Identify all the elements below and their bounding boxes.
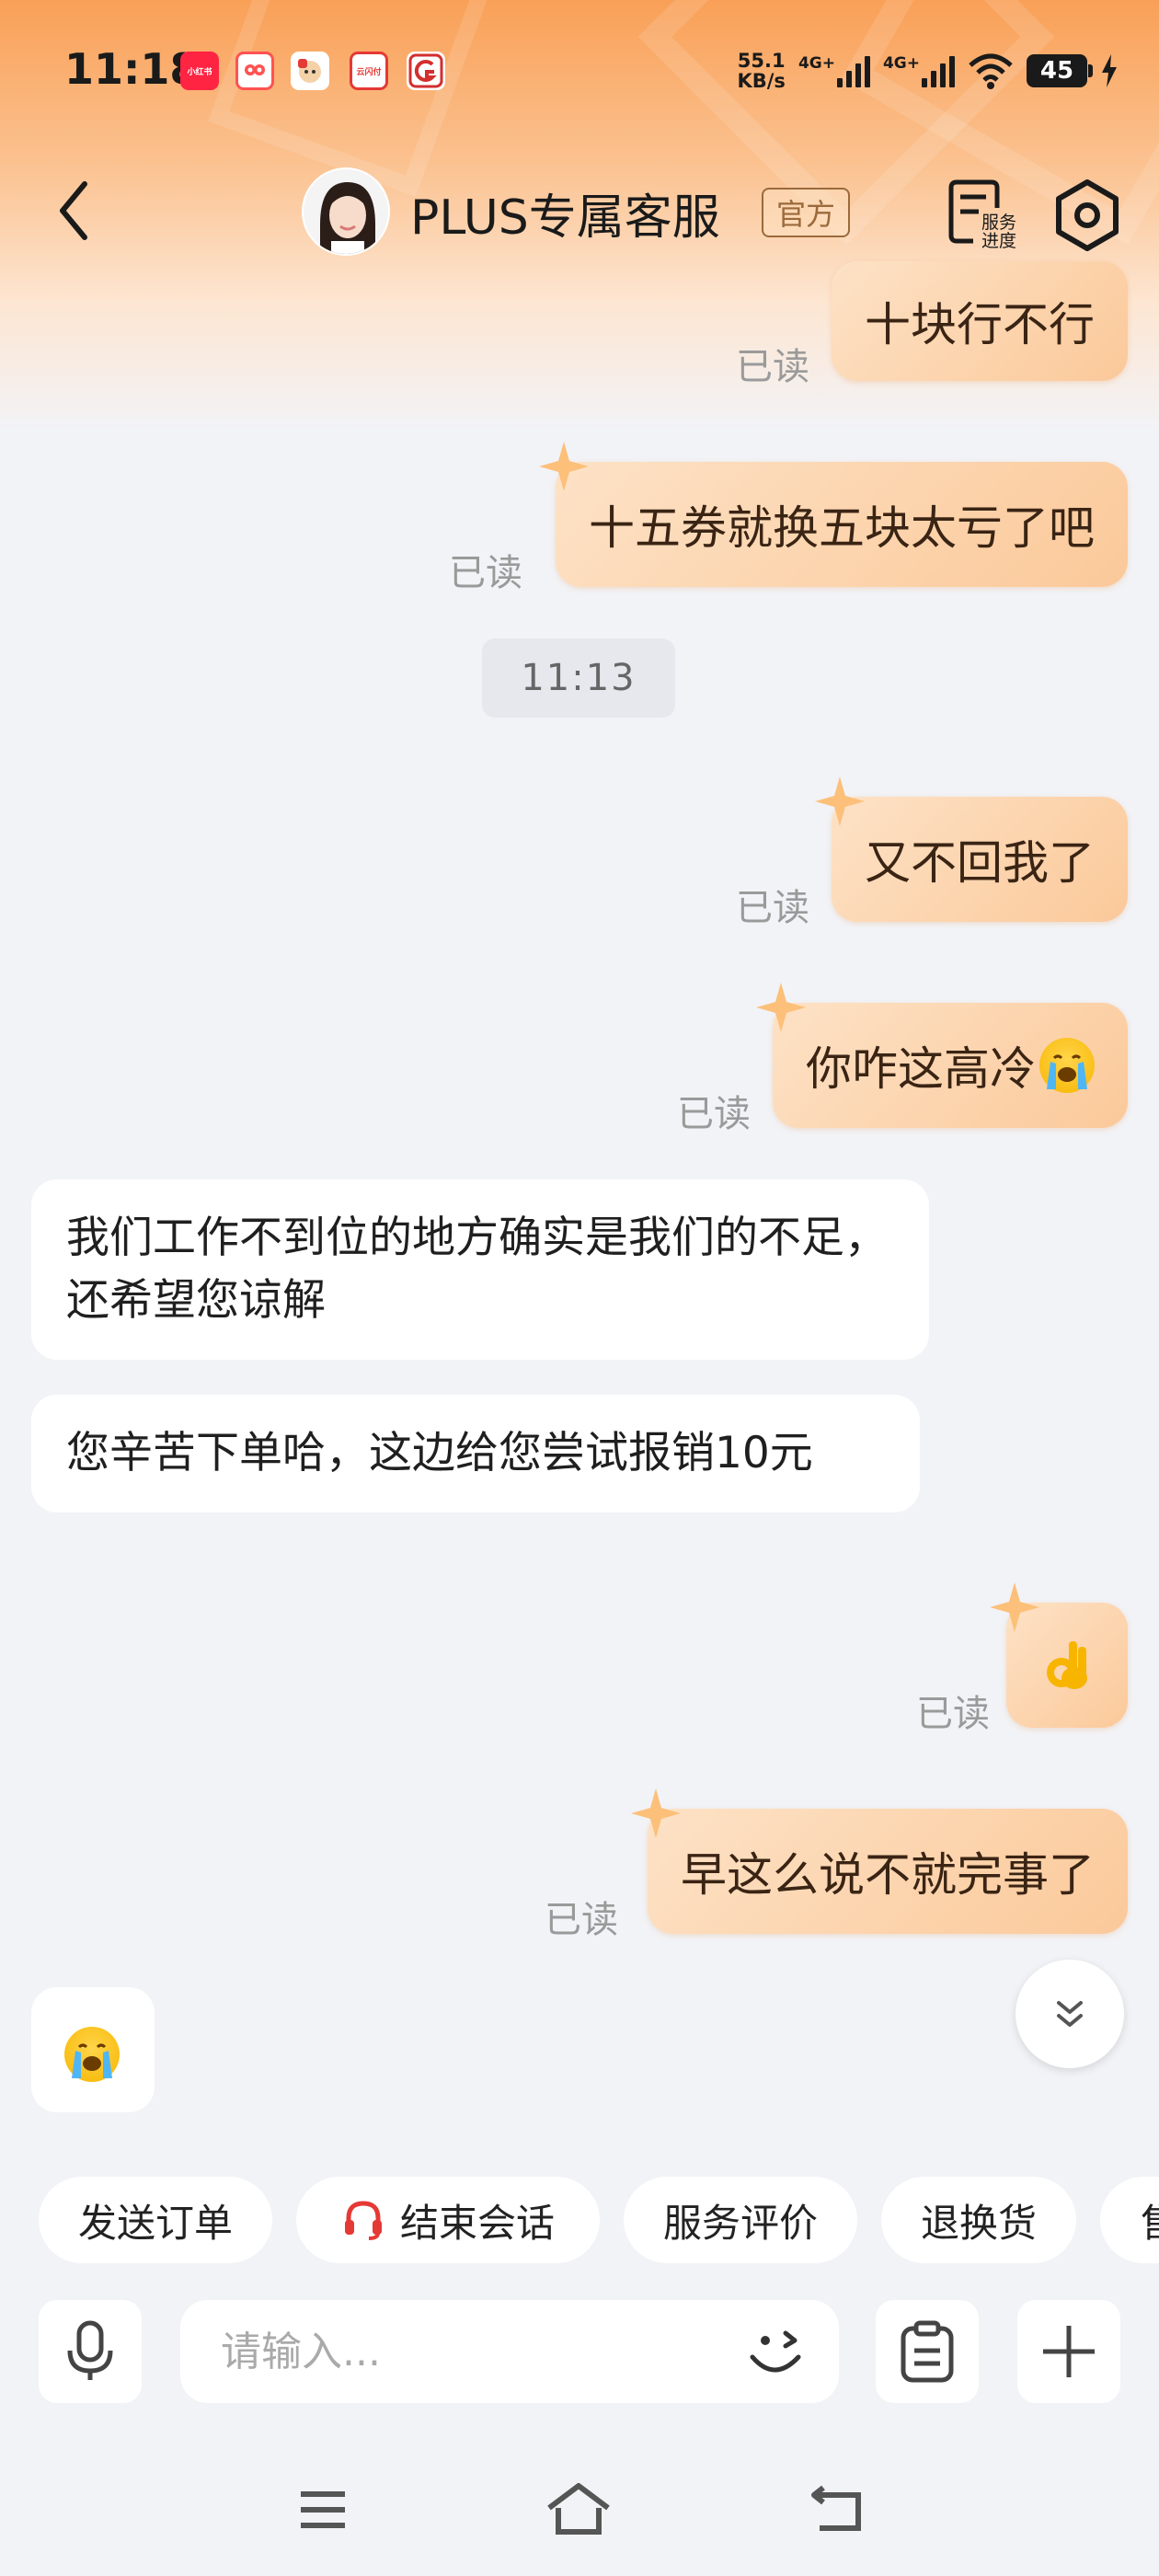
timestamp-chip: 11:13 [482,638,675,718]
quick-actions: 发送订单 结束会话 服务评价 退换货 售 [0,2177,1159,2263]
message-row-outgoing: 早这么说不就完事了 已读 [0,1788,1159,1941]
chat-header: PLUS专属客服 官方 服务 进度 [0,156,1159,267]
sparkle-icon [631,1788,681,1838]
end-session-chip[interactable]: 结束会话 [296,2177,600,2263]
yunshanfu-icon: 云闪付 [350,52,388,90]
avatar[interactable] [302,167,390,256]
battery-icon: 45 [1027,54,1093,87]
message-row-outgoing: 又不回我了 已读 [0,776,1159,929]
message-input-box[interactable] [180,2300,839,2403]
loudly-crying-emoji-icon [64,2026,120,2082]
message-bubble-incoming[interactable] [31,1987,155,2112]
after-sales-chip[interactable]: 售 [1100,2177,1159,2263]
chip-label: 售 [1141,2192,1159,2248]
menu-icon [301,2491,345,2528]
xiaohongshu-icon: 小红书 [180,52,219,90]
signal-1-icon: 4G+ [798,54,870,87]
voice-input-button[interactable] [39,2300,142,2403]
read-receipt: 已读 [449,552,522,594]
double-chevron-down-icon [1057,2001,1083,2027]
message-text: 早这么说不就完事了 [681,1848,1095,1902]
charging-icon [1102,54,1117,87]
message-bubble-outgoing[interactable]: 十五券就换五块太亏了吧 [539,442,1128,587]
status-bar: 11:18 小红书 云闪付 55.1 KB/s 4G+ 4G+ 45 [0,0,1159,147]
document-progress-icon: 服务 进度 [948,179,1016,251]
settings-button[interactable] [1049,177,1126,254]
message-bubble-outgoing[interactable] [990,1582,1128,1728]
svg-text:进度: 进度 [981,231,1016,248]
read-receipt: 已读 [736,887,809,929]
message-row-outgoing: 十块行不行 已读 [0,261,1159,388]
chip-label: 服务评价 [662,2200,818,2246]
ok-hand-emoji-icon [1047,1641,1087,1689]
message-bubble-outgoing[interactable]: 你咋这高冷 [756,983,1128,1128]
message-text: 你咋这高冷 [806,1042,1036,1096]
send-order-chip[interactable]: 发送订单 [39,2177,272,2263]
owl-app-icon [235,52,274,90]
chevron-left-icon [60,181,87,240]
message-bubble-incoming[interactable]: 我们工作不到位的地方确实是我们的不足，还希望您谅解 [31,1179,929,1360]
wink-face-icon [750,2330,801,2373]
headset-icon [344,2201,382,2240]
message-text: 十块行不行 [865,298,1095,351]
sparkle-icon [756,983,806,1032]
signal-2-icon: 4G+ [883,54,955,87]
message-text: 您辛苦下单哈，这边给您尝试报销10元 [66,1428,813,1478]
back-button[interactable] [37,169,110,252]
back-nav-button[interactable] [797,2473,879,2547]
menu-nav-button[interactable] [281,2473,364,2547]
message-bubble-outgoing[interactable]: 十块行不行 [832,261,1128,381]
message-input[interactable] [221,2324,699,2379]
page-title: PLUS专属客服 [410,190,720,246]
clipboard-button[interactable] [876,2300,979,2403]
read-receipt: 已读 [677,1093,751,1135]
sparkle-icon [815,776,865,826]
sparkle-icon [539,442,589,491]
message-bubble-incoming[interactable]: 您辛苦下单哈，这边给您尝试报销10元 [31,1395,920,1512]
home-icon [547,2483,610,2535]
bank-app-icon [407,52,445,90]
message-row-outgoing: 已读 [0,1582,1159,1735]
status-indicators: 55.1 KB/s 4G+ 4G+ 45 [737,48,1119,94]
official-badge: 官方 [762,188,851,237]
read-receipt: 已读 [736,346,809,388]
service-progress-button[interactable]: 服务 进度 [944,175,1017,251]
plus-icon [1043,2326,1095,2377]
net-speed: 55.1 KB/s [737,50,786,92]
clipboard-icon [901,2320,954,2383]
message-text: 十五券就换五块太亏了吧 [589,501,1095,555]
status-time: 11:18 [64,44,200,94]
service-rating-chip[interactable]: 服务评价 [624,2177,857,2263]
emoji-button[interactable] [741,2317,811,2386]
home-nav-button[interactable] [537,2473,620,2547]
gear-icon [1056,179,1119,251]
more-options-button[interactable] [1017,2300,1120,2403]
message-bubble-outgoing[interactable]: 又不回我了 [815,776,1128,922]
loudly-crying-emoji-icon [1039,1038,1095,1093]
chip-label: 结束会话 [399,2200,555,2246]
message-row-outgoing: 你咋这高冷 已读 [0,983,1159,1135]
chip-label: 退换货 [920,2200,1037,2246]
svg-text:服务: 服务 [981,213,1016,233]
read-receipt: 已读 [916,1693,990,1735]
wifi-icon [969,53,1013,89]
message-bubble-outgoing[interactable]: 早这么说不就完事了 [631,1788,1128,1934]
message-row-outgoing: 十五券就换五块太亏了吧 已读 [0,442,1159,594]
read-receipt: 已读 [545,1899,618,1941]
message-text: 我们工作不到位的地方确实是我们的不足，还希望您谅解 [66,1213,888,1326]
chip-label: 发送订单 [77,2200,233,2246]
microphone-icon [67,2320,113,2380]
return-exchange-chip[interactable]: 退换货 [881,2177,1076,2263]
system-navigation-bar [0,2447,1159,2576]
sparkle-icon [990,1582,1039,1632]
message-text: 又不回我了 [865,836,1095,890]
scroll-to-bottom-button[interactable] [1016,1960,1124,2068]
dog-app-icon [291,52,329,90]
return-arrow-icon [811,2485,861,2531]
